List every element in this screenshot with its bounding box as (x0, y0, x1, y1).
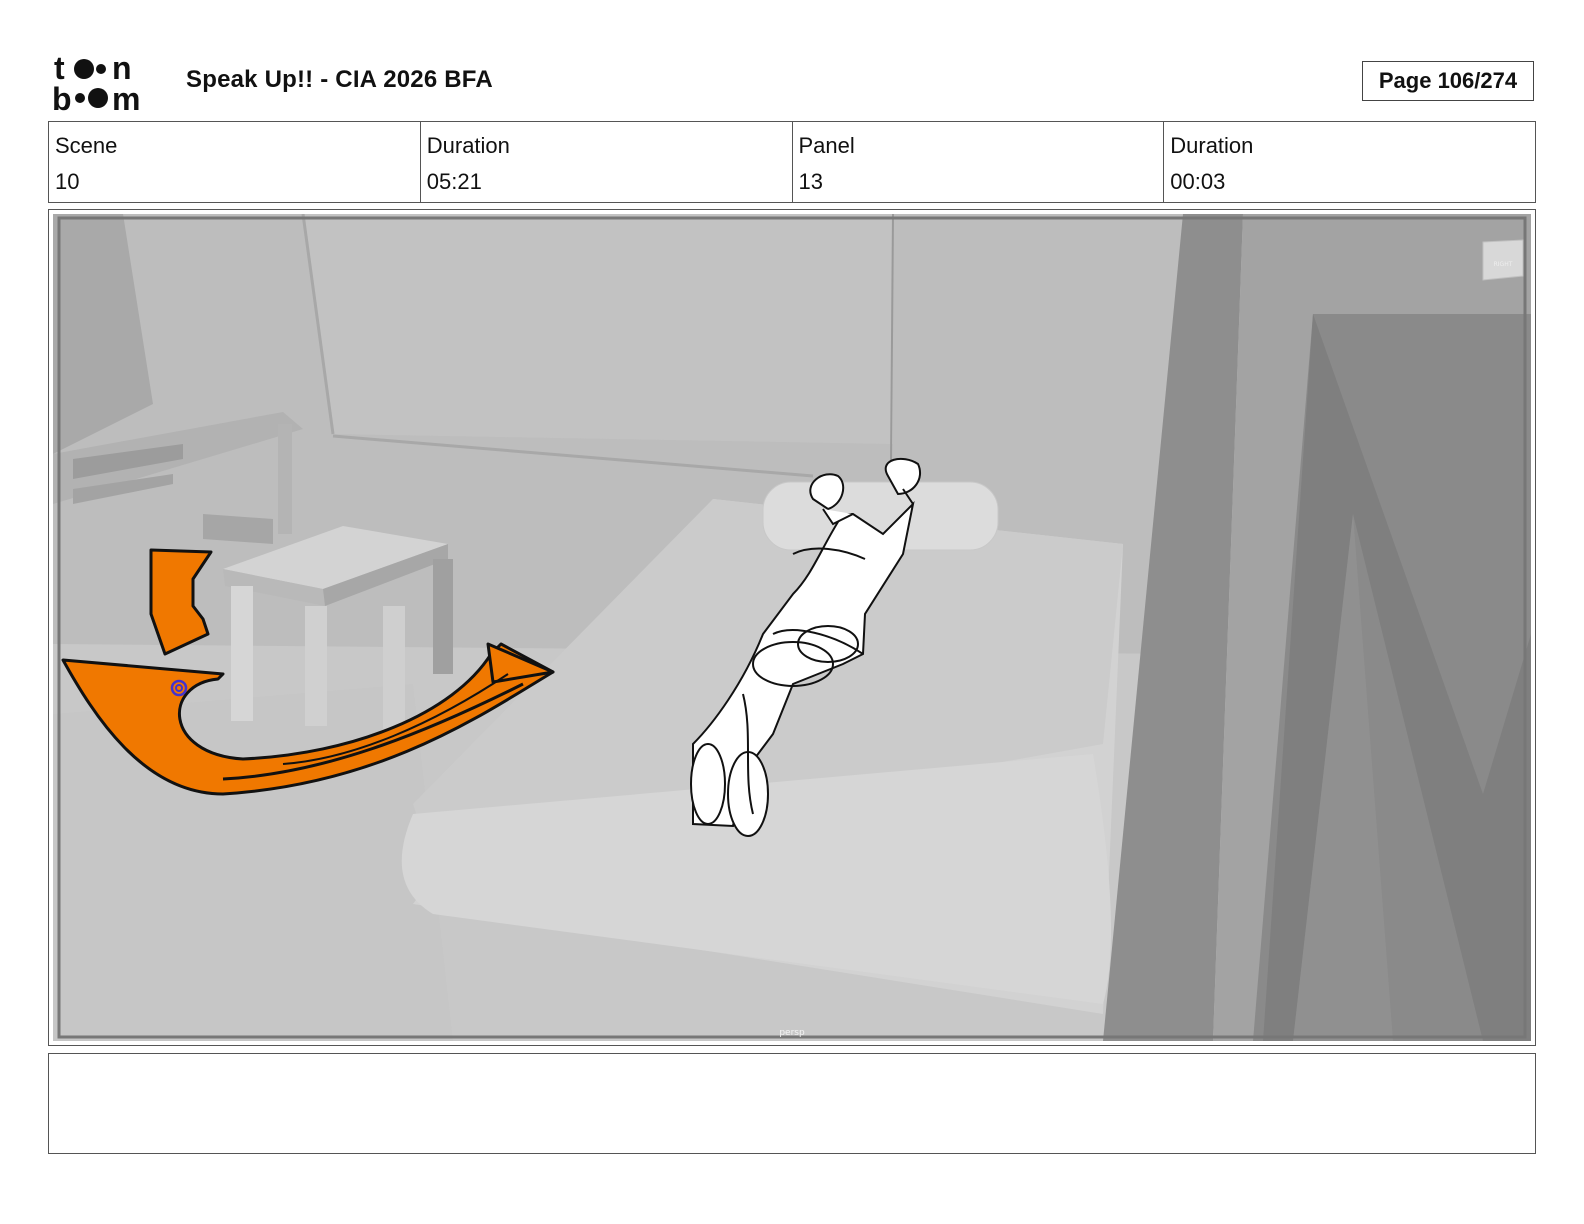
panel-notes (48, 1053, 1536, 1154)
svg-text:m: m (112, 81, 140, 112)
scene-label: Scene (55, 133, 118, 158)
scene-duration-cell: Duration 05:21 (421, 122, 793, 202)
panel-cell: Panel 13 (793, 122, 1165, 202)
viewport-label: persp (779, 1028, 805, 1038)
scene-cell: Scene 10 (49, 122, 421, 202)
panel-value: 13 (798, 169, 823, 194)
panel-duration-value: 00:03 (1170, 169, 1226, 194)
scene-duration-label: Duration (426, 133, 510, 158)
panel-info-table: Scene 10 Duration 05:21 Panel 13 Duratio… (48, 121, 1536, 203)
panel-drawing: RIGHT (53, 214, 1531, 1041)
storyboard-panel: RIGHT persp (48, 209, 1536, 1046)
panel-duration-label: Duration (1170, 133, 1254, 158)
view-cube-icon[interactable]: RIGHT (1482, 239, 1524, 281)
scene-duration-value: 05:21 (426, 169, 482, 194)
panel-duration-cell: Duration 00:03 (1164, 122, 1535, 202)
scene-value: 10 (55, 169, 80, 194)
document-title: Speak Up!! - CIA 2026 BFA (186, 66, 493, 93)
svg-text:RIGHT: RIGHT (1494, 261, 1513, 268)
svg-text:b: b (52, 81, 72, 112)
toonboom-logo: t n b m (52, 52, 140, 112)
page-indicator: Page 106/274 (1362, 61, 1534, 101)
panel-label: Panel (798, 133, 855, 158)
